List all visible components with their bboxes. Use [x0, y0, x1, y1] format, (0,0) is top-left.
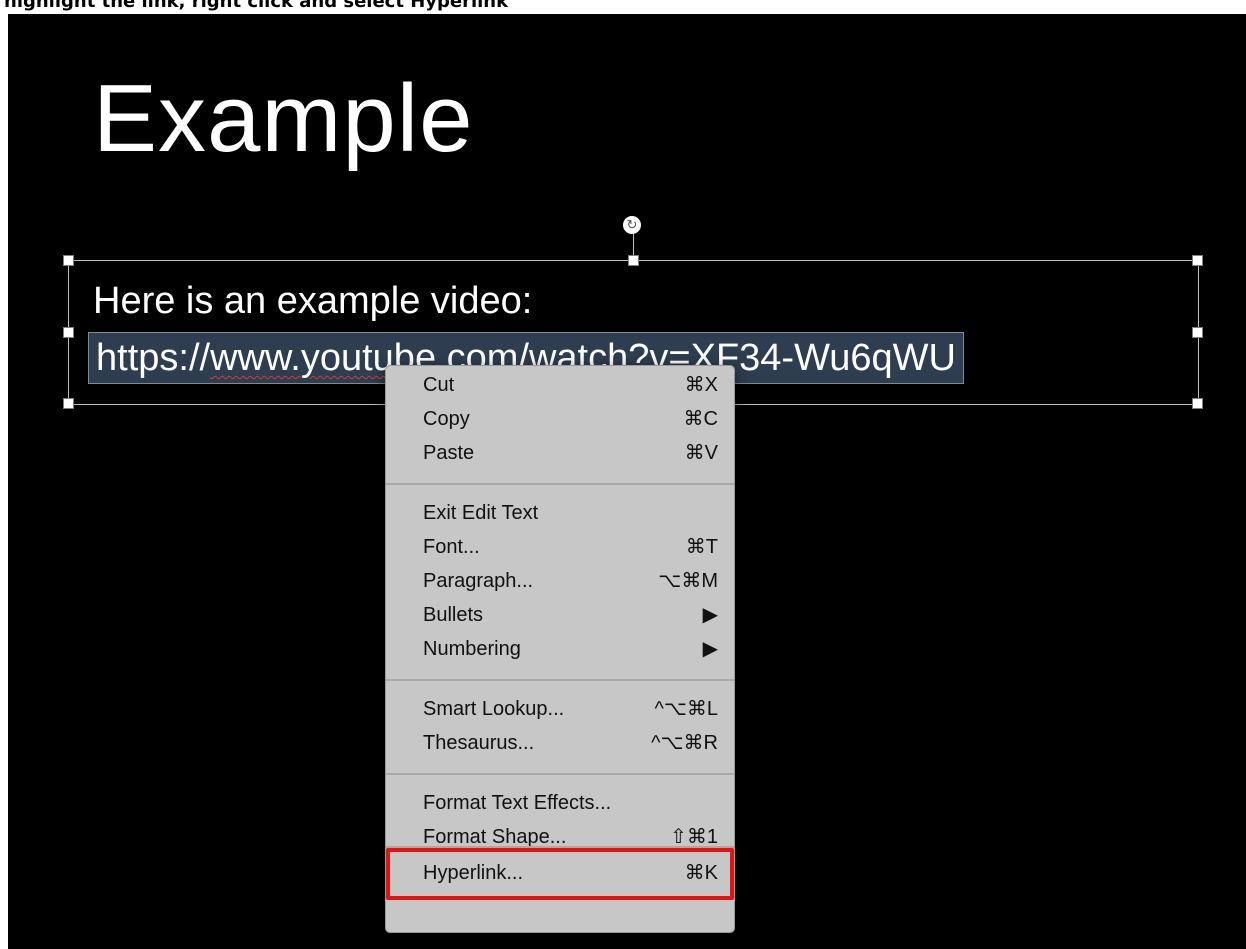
menu-separator	[386, 679, 734, 681]
menu-item-shortcut: ⌘X	[684, 374, 718, 396]
submenu-arrow-icon: ▶	[702, 638, 718, 660]
url-part: https://	[96, 337, 211, 379]
menu-item-cut[interactable]: Cut ⌘X	[386, 368, 734, 402]
resize-handle-top-center[interactable]	[628, 255, 639, 266]
menu-item-label: Smart Lookup...	[423, 698, 565, 720]
menu-item-shortcut: ^⌥⌘R	[651, 732, 718, 754]
slide-canvas[interactable]: Example ↻ Here is an example video: http…	[8, 14, 1246, 949]
menu-item-shortcut: ⌘V	[684, 442, 718, 464]
menu-item-label: Exit Edit Text	[423, 502, 539, 524]
menu-item-label: Font...	[423, 536, 480, 558]
context-menu: Cut ⌘X Copy ⌘C Paste ⌘V Exit Edit Text Font…	[385, 365, 735, 933]
menu-item-label: Copy	[423, 408, 470, 430]
slide-title[interactable]: Example	[93, 64, 474, 174]
menu-item-format-text-effects[interactable]: Format Text Effects...	[386, 786, 734, 820]
menu-item-shortcut: ⌥⌘M	[658, 570, 718, 592]
menu-item-label: Format Text Effects...	[423, 792, 612, 814]
menu-item-paste[interactable]: Paste ⌘V	[386, 436, 734, 470]
resize-handle-middle-left[interactable]	[63, 327, 74, 338]
menu-item-bullets[interactable]: Bullets ▶	[386, 598, 734, 632]
menu-item-shortcut: ⌘C	[683, 408, 718, 430]
resize-handle-top-right[interactable]	[1192, 255, 1203, 266]
menu-item-smart-lookup[interactable]: Smart Lookup... ^⌥⌘L	[386, 692, 734, 726]
rotate-icon[interactable]: ↻	[623, 216, 641, 234]
resize-handle-top-left[interactable]	[63, 255, 74, 266]
menu-item-exit-edit-text[interactable]: Exit Edit Text	[386, 496, 734, 530]
menu-item-copy[interactable]: Copy ⌘C	[386, 402, 734, 436]
menu-item-label: Bullets	[423, 604, 484, 626]
menu-separator	[386, 773, 734, 775]
menu-item-paragraph[interactable]: Paragraph... ⌥⌘M	[386, 564, 734, 598]
resize-handle-middle-right[interactable]	[1192, 327, 1203, 338]
menu-item-shortcut: ^⌥⌘L	[654, 698, 718, 720]
submenu-arrow-icon: ▶	[702, 604, 718, 626]
resize-handle-bottom-left[interactable]	[63, 398, 74, 409]
menu-item-label: Thesaurus...	[423, 732, 535, 754]
menu-item-label: Paste	[423, 442, 475, 464]
menu-item-shortcut: ⌘T	[685, 536, 718, 558]
menu-separator	[386, 483, 734, 485]
instruction-caption: highlight the link, right click and sele…	[4, 0, 509, 12]
menu-item-numbering[interactable]: Numbering ▶	[386, 632, 734, 666]
body-text-line[interactable]: Here is an example video:	[93, 280, 532, 323]
highlight-annotation-box	[386, 848, 734, 900]
menu-item-font[interactable]: Font... ⌘T	[386, 530, 734, 564]
menu-item-label: Paragraph...	[423, 570, 534, 592]
resize-handle-bottom-right[interactable]	[1192, 398, 1203, 409]
menu-item-label: Cut	[423, 374, 455, 396]
menu-item-label: Numbering	[423, 638, 521, 660]
menu-item-thesaurus[interactable]: Thesaurus... ^⌥⌘R	[386, 726, 734, 760]
